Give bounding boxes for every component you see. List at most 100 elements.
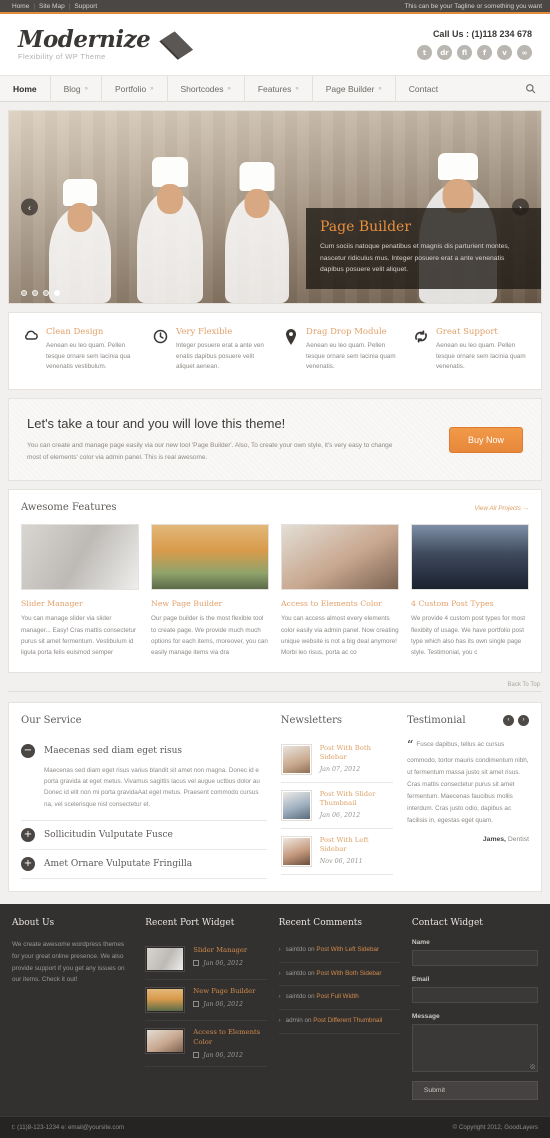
feature-text-block: Clean Design Aenean eu leo quam. Pellen … [46,327,138,373]
recent-port-item[interactable]: Access to Elements Color Jan 06, 2012 [145,1021,267,1067]
recent-port-title[interactable]: Access to Elements Color [193,1028,266,1048]
comment-post-link[interactable]: Post Full Width [316,993,358,1000]
hero-slider[interactable]: ‹ › Page Builder Cum sociis natoque pena… [8,110,542,304]
nav-item-shortcodes[interactable]: Shortcodes » [168,75,245,102]
couple-photo[interactable] [145,1027,186,1054]
dribbble-icon[interactable]: dr [437,45,452,60]
recent-port-title[interactable]: New Page Builder [193,987,255,997]
minus-circle-icon[interactable]: − [21,743,35,758]
dancer-photo[interactable] [145,945,186,972]
chevron-right-icon: › [278,994,281,1001]
couple-photo[interactable] [280,835,312,867]
recent-port-text-block: New Page Builder Jan 06, 2012 [193,987,255,1013]
portfolio-card[interactable]: New Page Builder Our page builder is the… [151,524,269,657]
vimeo-icon[interactable]: v [497,45,512,60]
dancer-photo[interactable] [21,524,139,591]
chevron-right-icon: » [378,85,382,92]
slider-dot[interactable] [21,290,27,296]
baby-photo[interactable] [280,743,312,775]
testimonial-prev-button[interactable]: ‹ [503,714,514,726]
newsletter-title[interactable]: Post With Slider Thumbnail [320,790,393,810]
footer-recent-port-widget: Recent Port Widget Slider Manager Jan 06… [145,918,267,1100]
newsletter-text-block: Post With Left Sidebar Nov 06, 2011 [320,836,393,867]
newsletters-title: Newsletters [280,714,343,726]
newsletter-title[interactable]: Post With Both Sidebar [320,744,393,764]
view-all-projects-link[interactable]: View All Projects → [474,505,529,512]
buy-now-button[interactable]: Buy Now [448,426,523,453]
email-field[interactable] [411,987,538,1004]
accordion-header[interactable]: + Amet Ornare Vulputate Fringilla [21,856,267,871]
slider-dot[interactable] [43,290,49,296]
accordion-header[interactable]: + Sollicitudin Vulputate Fusce [21,827,267,842]
accordion-item[interactable]: + Sollicitudin Vulputate Fusce [21,821,267,850]
testimonial-next-button[interactable]: › [518,714,529,726]
portfolio-grid: Slider Manager You can manage slider via… [21,524,529,657]
portfolio-card[interactable]: Access to Elements Color You can access … [281,524,399,657]
back-to-top-link[interactable]: Back To Top [0,673,550,691]
plus-circle-icon[interactable]: + [21,827,35,842]
plus-circle-icon[interactable]: + [21,856,35,871]
newsletter-item[interactable]: Post With Left Sidebar Nov 06, 2011 [280,829,394,875]
message-field[interactable] [411,1023,538,1072]
topbar-link-home[interactable]: Home [8,3,33,10]
bus-photo[interactable] [145,986,186,1013]
portfolio-card[interactable]: Slider Manager You can manage slider via… [21,524,139,657]
nav-item-portfolio[interactable]: Portfolio » [102,75,168,102]
nav-item-home[interactable]: Home [0,75,51,102]
recent-port-item[interactable]: New Page Builder Jan 06, 2012 [145,980,267,1021]
slider-dot-active[interactable] [54,290,60,296]
accordion-title: Amet Ornare Vulputate Fringilla [44,858,193,869]
calendar-icon [193,960,200,967]
twitter-icon[interactable]: t [417,45,432,60]
recent-port-date: Jan 06, 2012 [193,1001,255,1008]
name-field[interactable] [411,950,538,967]
nav-item-features[interactable]: Features » [245,75,313,102]
topbar-link-support[interactable]: Support [70,3,101,10]
portfolio-title[interactable]: Access to Elements Color [281,599,399,608]
accordion-header[interactable]: − Maecenas sed diam eget risus [21,743,267,758]
topbar-link-sitemap[interactable]: Site Map [35,3,69,10]
rss-icon[interactable]: ∞ [517,45,532,60]
top-bar: Home | Site Map | Support This can be yo… [0,0,550,14]
comment-post-link[interactable]: Post With Left Sidebar [316,946,379,953]
newsletter-item[interactable]: Post With Slider Thumbnail Jan 06, 2012 [280,783,394,829]
portfolio-card[interactable]: 4 Custom Post Types We provide 4 custom … [411,524,529,657]
accordion-item[interactable]: + Amet Ornare Vulputate Fringilla [21,850,267,879]
recent-comment-item: › saintdo on Post With Left Sidebar [278,939,400,963]
portfolio-title[interactable]: Slider Manager [21,599,139,608]
nav-item-contact[interactable]: Contact [396,76,451,102]
search-icon[interactable] [525,83,540,94]
portfolio-title[interactable]: 4 Custom Post Types [411,599,529,608]
message-label: Message [411,1012,440,1020]
newsletter-item[interactable]: Post With Both Sidebar Jan 07, 2012 [280,737,394,783]
nav-item-blog[interactable]: Blog » [51,75,102,102]
slider-prev-button[interactable]: ‹ [21,198,38,216]
submit-button[interactable]: Submit [411,1080,538,1100]
nav-item-page-builder[interactable]: Page Builder » [313,75,396,102]
brand-logo[interactable]: Modernize Flexibility of WP Theme [18,28,194,61]
family-photo[interactable] [280,789,312,821]
facebook-icon[interactable]: f [477,45,492,60]
topbar-tagline: This can be your Tagline or something yo… [404,2,542,10]
chef-figure [225,162,289,303]
recent-port-title[interactable]: Slider Manager [193,946,247,956]
flickr-icon[interactable]: fl [457,45,472,60]
couple-photo[interactable] [281,524,399,591]
slider-dot[interactable] [32,290,38,296]
recent-port-item[interactable]: Slider Manager Jan 06, 2012 [145,939,267,980]
resize-handle-icon[interactable] [529,1063,535,1069]
calendar-icon [193,1001,200,1008]
city-photo[interactable] [411,524,529,591]
comment-post-link[interactable]: Post With Both Sidebar [316,970,381,977]
comment-post-link[interactable]: Post Different Thumbnail [313,1017,382,1024]
calendar-icon [193,1052,200,1059]
newsletter-title[interactable]: Post With Left Sidebar [320,836,393,856]
footer-contact-title: Contact Widget [411,917,483,928]
accordion-item[interactable]: − Maecenas sed diam eget risus Maecenas … [21,737,267,821]
bus-photo[interactable] [151,524,269,591]
divider [8,690,542,692]
testimonial-body: “Fusce dapibus, tellus ac cursus commodo… [407,735,529,828]
accordion-title: Maecenas sed diam eget risus [44,745,182,756]
logo-text-block: Modernize Flexibility of WP Theme [18,28,151,61]
portfolio-title[interactable]: New Page Builder [151,599,269,608]
